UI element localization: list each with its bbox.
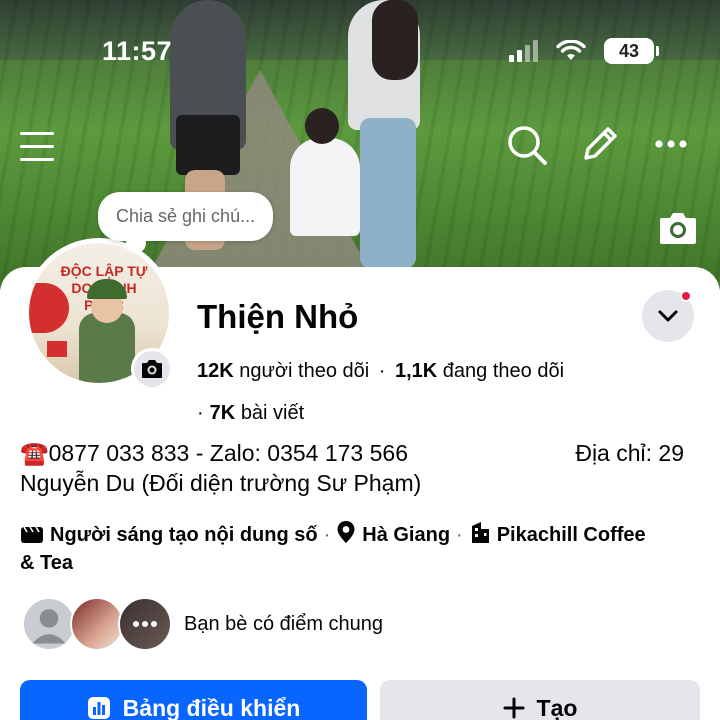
mutual-friends-label: Bạn bè có điểm chung [184,612,384,635]
following-label[interactable]: đang theo dõi [443,360,564,382]
dashboard-button[interactable]: Bảng điều khiển [20,680,367,720]
workplace-label-continued[interactable]: & Tea [20,552,73,574]
location-pin-icon [337,521,355,543]
pencil-icon[interactable] [580,124,620,164]
dashboard-icon [87,697,110,719]
profile-bio: ☎️0877 033 833 - Zalo: 0354 173 566 Địa … [20,438,700,498]
search-icon[interactable] [506,124,548,166]
mutual-friends[interactable]: Bạn bè có điểm chung [22,597,383,651]
more-icon[interactable] [654,138,688,150]
notification-dot [680,290,692,302]
default-avatar-icon [32,609,66,644]
profile-details: Người sáng tạo nội dung số · Hà Giang · Pika… [20,520,710,577]
mutual-friend-avatar[interactable] [70,597,124,651]
bio-line-2: Nguyễn Du (Đối diện trường Sư Phạm) [20,470,422,496]
battery-indicator: 43 [604,38,659,64]
note-bubble[interactable]: Chia sẻ ghi chú... [98,192,274,253]
clapperboard-icon [21,526,43,543]
camera-icon [142,360,162,378]
plus-icon [503,697,525,719]
status-time: 11:57 [102,36,173,66]
mutual-friend-avatar[interactable] [22,597,76,651]
avatar-camera-button[interactable] [131,348,173,390]
mutual-friend-more[interactable] [118,597,172,651]
profile-name: Thiện Nhỏ [197,298,359,335]
chevron-down-icon [658,310,678,322]
posts-label: bài viết [240,402,305,424]
followers-label[interactable]: người theo dõi [239,360,369,382]
location-label[interactable]: Hà Giang [362,524,450,546]
more-icon [133,621,157,627]
create-button[interactable]: Tạo [380,680,700,720]
create-label: Tạo [536,694,578,720]
dashboard-label: Bảng điều khiển [122,694,301,720]
bio-address: Địa chỉ: 29 [575,440,684,466]
posts-count: 7K [209,402,236,424]
category-label: Người sáng tạo nội dung số [50,524,318,546]
status-icons: 43 [509,38,659,64]
profile-stats: 12K người theo dõi · 1,1K đang theo dõi … [197,360,565,424]
followers-count[interactable]: 12K [197,360,234,382]
wifi-icon [556,40,586,60]
workplace-label[interactable]: Pikachill Coffee [497,524,646,546]
menu-icon[interactable] [20,132,54,171]
camera-icon[interactable] [658,210,698,246]
signal-icon [509,40,538,62]
following-count[interactable]: 1,1K [395,360,437,382]
building-icon [471,522,489,543]
profile-dropdown-button[interactable] [642,290,694,342]
